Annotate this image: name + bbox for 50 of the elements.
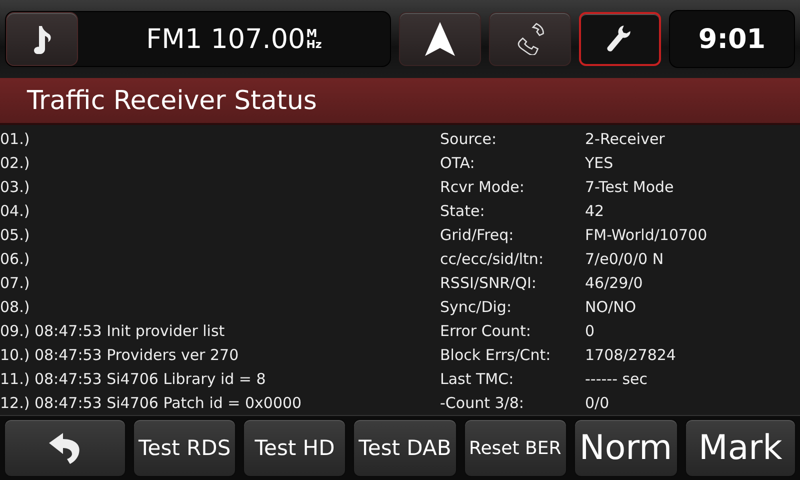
status-value: 46/29/0 <box>585 273 644 294</box>
back-button[interactable] <box>4 419 126 477</box>
log-line: 03.) <box>0 177 31 198</box>
status-label: OTA: <box>440 153 476 174</box>
status-label: Grid/Freq: <box>440 225 515 246</box>
log-line: 05.) <box>0 225 31 246</box>
status-label: State: <box>440 201 486 222</box>
status-value: 0 <box>585 321 596 342</box>
status-label: Rcvr Mode: <box>440 177 526 198</box>
status-value: FM-World/10700 <box>585 225 708 246</box>
navigation-button[interactable] <box>399 12 481 66</box>
status-value: 1708/27824 <box>585 345 677 366</box>
settings-button[interactable] <box>579 12 661 66</box>
status-label: cc/ecc/sid/ltn: <box>440 249 544 270</box>
status-value: NO/NO <box>585 297 638 318</box>
status-label: Block Errs/Cnt: <box>440 345 552 366</box>
log-line: 10.) 08:47:53 Providers ver 270 <box>0 345 240 366</box>
status-label: -Count 3/8: <box>440 393 525 414</box>
status-label: RSSI/SNR/QI: <box>440 273 538 294</box>
status-value: ------ sec <box>585 369 649 390</box>
softkey-button[interactable]: Test RDS <box>133 419 236 477</box>
status-value: 2-Receiver <box>585 129 666 150</box>
navigation-arrow-icon <box>424 21 456 57</box>
clock: 9:01 <box>669 10 795 68</box>
status-value: 7/e0/0/0 N <box>585 249 665 270</box>
frequency-unit: M Hz <box>306 28 322 50</box>
status-label: Sync/Dig: <box>440 297 512 318</box>
log-line: 06.) <box>0 249 31 270</box>
softkey-button[interactable]: Test HD <box>243 419 346 477</box>
log-line: 07.) <box>0 273 31 294</box>
status-value: 42 <box>585 201 606 222</box>
softkey-button[interactable]: Test DAB <box>353 419 457 477</box>
status-value: 7-Test Mode <box>585 177 675 198</box>
screen-title: Traffic Receiver Status <box>27 86 317 116</box>
status-value: 0/0 <box>585 393 610 414</box>
status-label: Error Count: <box>440 321 532 342</box>
frequency-readout: FM1 107.00 <box>146 24 306 54</box>
log-line: 04.) <box>0 201 31 222</box>
log-line: 12.) 08:47:53 Si4706 Patch id = 0x0000 <box>0 393 303 414</box>
status-value: YES <box>585 153 614 174</box>
log-line: 08.) <box>0 297 31 318</box>
log-line: 02.) <box>0 153 31 174</box>
status-label: Source: <box>440 129 498 150</box>
log-line: 01.) <box>0 129 31 150</box>
music-note-icon <box>31 24 53 54</box>
log-line: 11.) 08:47:53 Si4706 Library id = 8 <box>0 369 267 390</box>
phone-button[interactable] <box>489 12 571 66</box>
status-label: Last TMC: <box>440 369 515 390</box>
log-line: 09.) 08:47:53 Init provider list <box>0 321 226 342</box>
music-source-button[interactable] <box>6 12 78 66</box>
